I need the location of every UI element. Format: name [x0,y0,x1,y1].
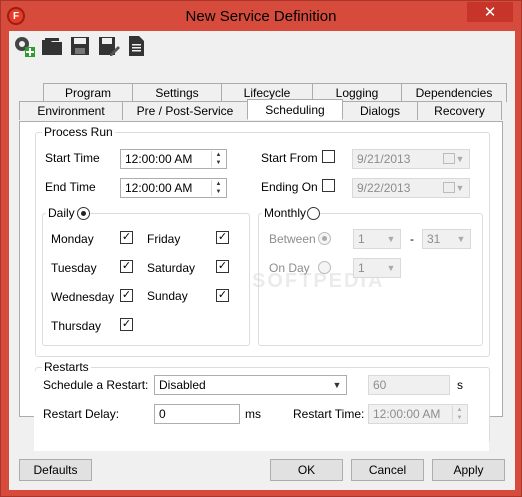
document-icon[interactable] [123,33,149,59]
monthly-group: Monthly Between 1 ▼ - 31 ▼ On Day 1 ▼ [258,206,483,346]
wednesday-checkbox[interactable]: ✓ [120,289,133,302]
schedule-restart-label: Schedule a Restart: [43,378,149,392]
tuesday-label: Tuesday [51,261,97,275]
ending-on-label: Ending On [261,180,318,194]
monthly-title: Monthly [262,206,309,220]
monthly-label: Monthly [264,206,307,220]
chevron-down-icon: ▼ [386,234,396,244]
restart-seconds-input[interactable]: 60 [368,375,450,395]
schedule-restart-select[interactable]: Disabled ▼ [154,375,347,395]
restarts-content: Schedule a Restart: Disabled ▼ 60 s Rest… [34,371,489,451]
start-from-checkbox[interactable] [322,150,335,163]
daily-label: Daily [48,206,75,220]
app-logo-icon: F [7,7,25,25]
start-time-value: 12:00:00 AM [125,152,193,166]
process-run-title: Process Run [42,125,115,139]
on-day-label: On Day [269,261,310,275]
start-from-label: Start From [261,151,318,165]
start-time-input[interactable]: 12:00:00 AM ▲ ▼ [120,149,227,169]
restart-time-input[interactable]: 12:00:00 AM ▲ ▼ [368,404,468,424]
sunday-checkbox[interactable]: ✓ [216,289,229,302]
between-from-value: 1 [358,232,365,246]
ending-on-date-value: 9/22/2013 [357,181,411,195]
end-time-value: 12:00:00 AM [125,181,193,195]
window-title: New Service Definition [185,7,337,25]
restart-time-label: Restart Time: [293,407,365,421]
chevron-down-icon: ▼ [455,154,465,164]
chevron-down-icon: ▼ [332,380,342,390]
save-as-icon[interactable] [95,33,121,59]
restart-time-value: 12:00:00 AM [373,407,441,421]
client-area: Program Settings Lifecycle Logging Depen… [9,31,515,490]
delay-unit-label: ms [245,407,261,421]
tab-dependencies[interactable]: Dependencies [401,83,507,102]
on-day-radio[interactable] [318,261,331,274]
restart-delay-label: Restart Delay: [43,407,120,421]
save-icon[interactable] [67,33,93,59]
thursday-label: Thursday [51,319,102,333]
start-from-date-value: 9/21/2013 [357,152,411,166]
restart-seconds-value: 60 [373,378,387,392]
end-time-input[interactable]: 12:00:00 AM ▲ ▼ [120,178,227,198]
tab-pre-post-service[interactable]: Pre / Post-Service [122,101,248,120]
cancel-button[interactable]: Cancel [351,459,424,481]
start-time-spinner[interactable]: ▲ ▼ [211,151,225,167]
close-button[interactable]: ✕ [467,2,513,22]
between-label: Between [269,232,316,246]
tuesday-checkbox[interactable]: ✓ [120,260,133,273]
end-time-spinner[interactable]: ▲ ▼ [211,180,225,196]
monday-label: Monday [51,232,94,246]
friday-checkbox[interactable]: ✓ [216,231,229,244]
start-time-label: Start Time [45,151,100,165]
tab-dialogs[interactable]: Dialogs [342,101,418,120]
tab-environment[interactable]: Environment [19,101,123,120]
toolbar [11,33,149,61]
tab-recovery[interactable]: Recovery [417,101,502,120]
seconds-unit-label: s [457,378,463,392]
sunday-label: Sunday [147,289,188,303]
defaults-button[interactable]: Defaults [19,459,92,481]
process-run-group: Process Run Start Time 12:00:00 AM ▲ ▼ En… [35,125,490,357]
tab-row-bottom: Environment Pre / Post-Service Schedulin… [19,99,502,120]
friday-label: Friday [147,232,181,246]
tab-settings[interactable]: Settings [132,83,222,102]
app-window: F New Service Definition ✕ Program Setti… [0,0,522,497]
wednesday-label: Wednesday [51,290,115,304]
between-dash: - [410,232,414,246]
chevron-down-icon: ▼ [386,263,396,273]
restart-delay-value: 0 [159,407,166,421]
monday-checkbox[interactable]: ✓ [120,231,133,244]
chevron-down-icon: ▼ [455,183,465,193]
saturday-label: Saturday [147,261,196,275]
saturday-checkbox[interactable]: ✓ [216,260,229,273]
ending-on-checkbox[interactable] [322,179,335,192]
monthly-radio[interactable] [307,207,320,220]
open-folder-icon[interactable] [39,33,65,59]
end-time-label: End Time [45,180,96,194]
thursday-checkbox[interactable]: ✓ [120,318,133,331]
tab-program[interactable]: Program [43,83,133,102]
on-day-value: 1 [358,261,365,275]
schedule-restart-value: Disabled [159,378,206,392]
apply-button[interactable]: Apply [432,459,505,481]
title-bar: F New Service Definition ✕ [1,1,521,31]
daily-group: Daily Monday ✓ Friday ✓ Tuesday ✓ Saturd… [42,206,250,346]
start-from-date[interactable]: 9/21/2013 ▼ [352,149,470,169]
between-to-select[interactable]: 31 ▼ [422,229,471,249]
add-service-icon[interactable] [11,33,37,59]
restart-time-spinner[interactable]: ▲ ▼ [452,406,466,422]
between-from-select[interactable]: 1 ▼ [353,229,401,249]
between-radio[interactable] [318,232,331,245]
daily-radio[interactable] [77,207,90,220]
on-day-select[interactable]: 1 ▼ [353,258,401,278]
daily-title: Daily [46,206,77,220]
tab-scheduling[interactable]: Scheduling [247,99,343,120]
restart-delay-input[interactable]: 0 [154,404,240,424]
ok-button[interactable]: OK [270,459,343,481]
ending-on-date[interactable]: 9/22/2013 ▼ [352,178,470,198]
chevron-down-icon: ▼ [456,234,466,244]
between-to-value: 31 [427,232,441,246]
